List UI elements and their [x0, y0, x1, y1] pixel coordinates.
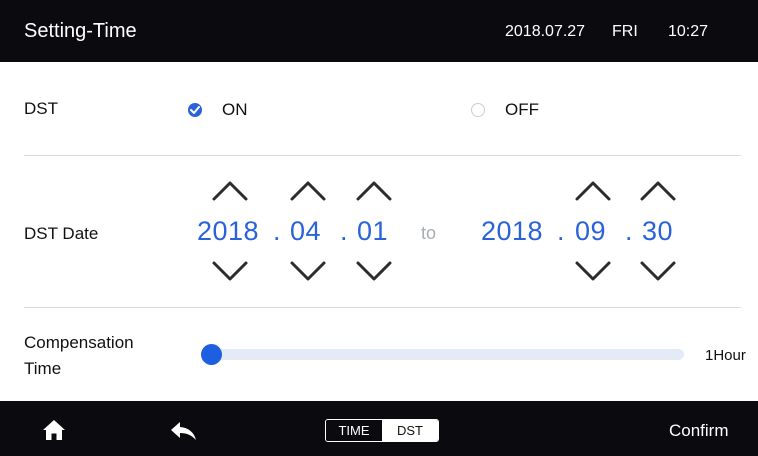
chevron-up-icon	[212, 181, 248, 201]
time-dst-toggle[interactable]: TIME DST	[325, 419, 439, 442]
start-month-down-button[interactable]	[289, 260, 327, 284]
end-month-down-button[interactable]	[574, 260, 612, 284]
compensation-label-line2: Time	[24, 359, 62, 378]
dst-label: DST	[24, 99, 58, 118]
end-day-up-button[interactable]	[639, 178, 677, 202]
dst-off-label: OFF	[505, 100, 539, 119]
dst-date-label: DST Date	[24, 224, 99, 243]
header-bar: Setting-Time 2018.07.27 FRI 10:27	[0, 0, 758, 62]
back-icon[interactable]	[170, 421, 198, 446]
dst-on-label: ON	[222, 100, 248, 119]
start-year-value: 2018	[197, 216, 260, 246]
header-time: 10:27	[668, 23, 709, 40]
date-dot: .	[557, 216, 565, 246]
chevron-down-icon	[290, 261, 326, 281]
date-dot: .	[340, 216, 348, 246]
compensation-slider-thumb[interactable]	[201, 344, 222, 365]
chevron-down-icon	[575, 261, 611, 281]
date-dot: .	[625, 216, 633, 246]
confirm-button[interactable]: Confirm	[669, 421, 729, 441]
compensation-label-line1: Compensation	[24, 333, 134, 352]
to-separator: to	[421, 223, 437, 243]
end-month-value: 09	[575, 216, 607, 246]
chevron-down-icon	[212, 261, 248, 281]
divider	[24, 155, 741, 156]
check-icon	[188, 103, 202, 117]
tab-dst[interactable]: DST	[382, 420, 438, 441]
chevron-up-icon	[575, 181, 611, 201]
chevron-up-icon	[356, 181, 392, 201]
footer-bar: TIME DST Confirm	[0, 401, 758, 456]
chevron-up-icon	[640, 181, 676, 201]
start-year-down-button[interactable]	[211, 260, 249, 284]
radio-empty-icon	[471, 103, 485, 117]
header-day: FRI	[612, 23, 638, 40]
compensation-slider-track[interactable]	[208, 349, 684, 360]
tab-time[interactable]: TIME	[326, 420, 382, 441]
chevron-down-icon	[640, 261, 676, 281]
page-title: Setting-Time	[24, 20, 137, 42]
start-month-value: 04	[290, 216, 322, 246]
header-date: 2018.07.27	[505, 23, 586, 40]
start-year-up-button[interactable]	[211, 178, 249, 202]
start-day-value: 01	[357, 216, 389, 246]
chevron-up-icon	[290, 181, 326, 201]
start-month-up-button[interactable]	[289, 178, 327, 202]
end-day-value: 30	[642, 216, 674, 246]
dst-off-radio[interactable]: OFF	[471, 100, 539, 120]
chevron-down-icon	[356, 261, 392, 281]
start-day-down-button[interactable]	[355, 260, 393, 284]
home-icon[interactable]	[42, 419, 66, 446]
end-year-value: 2018	[481, 216, 544, 246]
start-day-up-button[interactable]	[355, 178, 393, 202]
end-month-up-button[interactable]	[574, 178, 612, 202]
date-dot: .	[273, 216, 281, 246]
compensation-value: 1Hour	[705, 347, 746, 364]
dst-on-radio[interactable]: ON	[188, 100, 248, 120]
divider	[24, 307, 741, 308]
end-day-down-button[interactable]	[639, 260, 677, 284]
